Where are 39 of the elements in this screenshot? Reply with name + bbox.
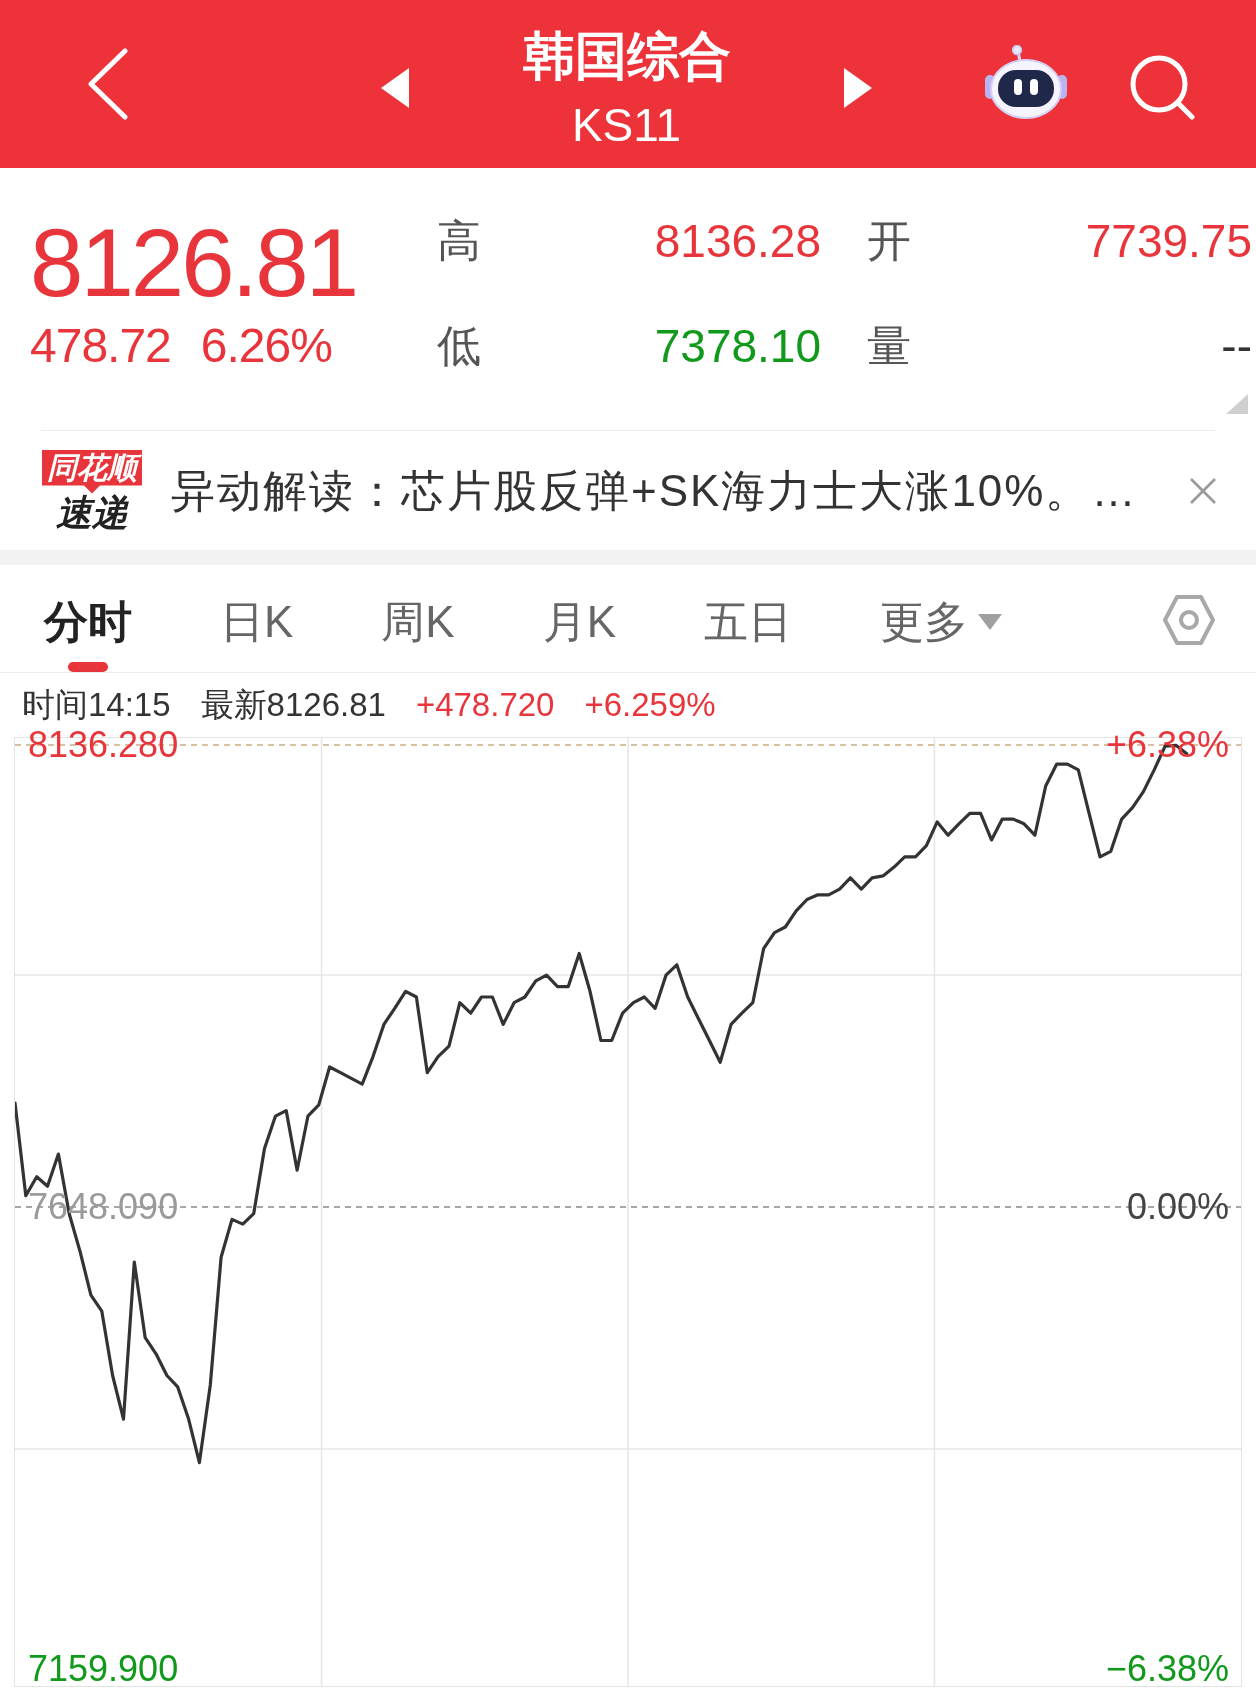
triangle-right-icon[interactable]: [844, 68, 872, 108]
stat-label: 开: [866, 215, 912, 267]
stat-label: 高: [437, 215, 482, 267]
stat-value: --: [1221, 319, 1252, 374]
quote-info-text: 时间14:15: [22, 684, 171, 725]
caret-down-icon: [978, 614, 1003, 630]
percent-axis-label: 0.00%: [1126, 1189, 1229, 1225]
stat-label: 量: [866, 320, 912, 372]
price-change: 478.72: [30, 322, 171, 370]
quote-info-text: 最新8126.81: [200, 684, 386, 725]
triangle-left-icon[interactable]: [381, 68, 409, 108]
index-code: KS11: [571, 102, 682, 148]
robot-icon[interactable]: [985, 45, 1067, 119]
percent-axis-label: −6.38%: [1105, 1651, 1229, 1687]
settings-icon[interactable]: [1162, 594, 1216, 646]
period-tab[interactable]: 日K: [220, 600, 294, 672]
period-tab[interactable]: 五日: [704, 600, 793, 672]
last-price: 8126.81: [30, 215, 357, 311]
close-icon[interactable]: [1189, 476, 1217, 505]
stat-value: 8136.28: [654, 214, 821, 269]
percent-change: 6.26%: [200, 322, 332, 370]
price-axis-label: 7159.900: [28, 1651, 179, 1687]
brand-badge: 同花顺: [42, 449, 142, 494]
period-tab[interactable]: 周K: [381, 600, 455, 672]
brand-label: 速递: [56, 493, 128, 532]
stat-value: 7739.75: [1085, 214, 1252, 269]
quote-info-text: +6.259%: [584, 686, 716, 724]
period-tab[interactable]: 月K: [542, 600, 617, 672]
back-icon[interactable]: [87, 48, 129, 120]
news-headline[interactable]: 异动解读：芯片股反弹+SK海力士大涨10%。…: [171, 465, 1138, 516]
index-title: 韩国综合: [522, 28, 731, 84]
percent-axis-label: +6.38%: [1105, 727, 1229, 763]
period-tab[interactable]: 更多: [880, 600, 1003, 672]
search-icon[interactable]: [1128, 54, 1196, 120]
stat-value: 7378.10: [654, 319, 821, 374]
stat-label: 低: [437, 320, 482, 372]
period-tab[interactable]: 分时: [44, 600, 132, 672]
quote-info-text: +478.720: [415, 686, 555, 724]
price-axis-label: 8136.280: [28, 727, 179, 763]
